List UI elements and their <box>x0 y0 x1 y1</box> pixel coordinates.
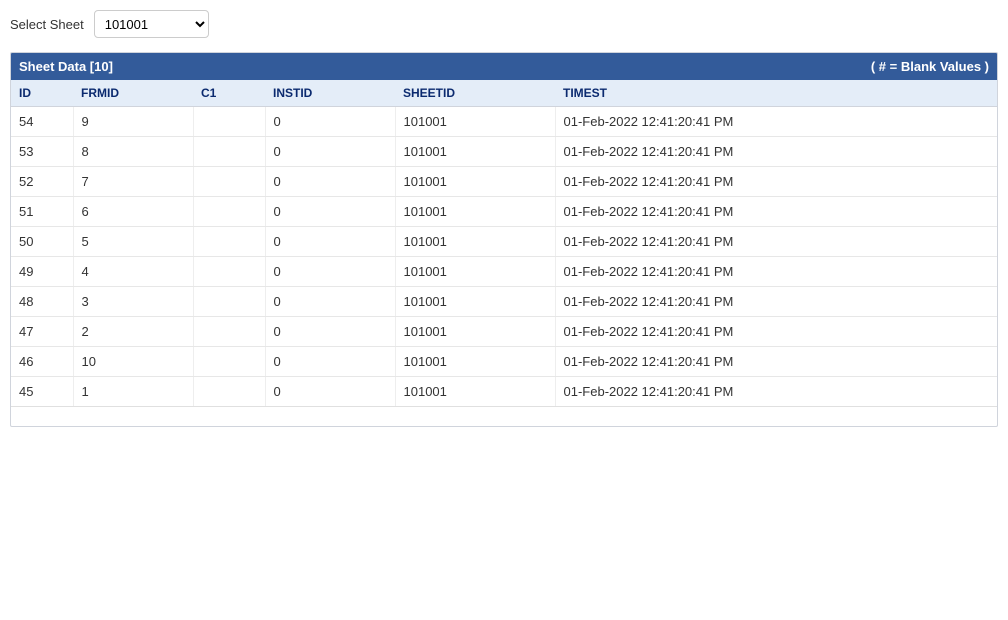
table-row[interactable]: 505010100101-Feb-2022 12:41:20:41 PM <box>11 227 997 257</box>
cell-c1 <box>193 317 265 347</box>
cell-frmid: 7 <box>73 167 193 197</box>
cell-instid: 0 <box>265 377 395 407</box>
cell-frmid: 4 <box>73 257 193 287</box>
cell-frmid: 2 <box>73 317 193 347</box>
cell-c1 <box>193 227 265 257</box>
cell-id: 50 <box>11 227 73 257</box>
cell-sheetid: 101001 <box>395 107 555 137</box>
cell-frmid: 3 <box>73 287 193 317</box>
cell-timest: 01-Feb-2022 12:41:20:41 PM <box>555 137 997 167</box>
cell-c1 <box>193 347 265 377</box>
cell-instid: 0 <box>265 287 395 317</box>
cell-id: 48 <box>11 287 73 317</box>
table-row[interactable]: 483 010100101-Feb-2022 12:41:20:41 PM <box>11 287 997 317</box>
cell-frmid: 8 <box>73 137 193 167</box>
col-header-timest[interactable]: TIMEST <box>555 80 997 107</box>
table-row[interactable]: 472 010100101-Feb-2022 12:41:20:41 PM <box>11 317 997 347</box>
sheet-selector-row: Select Sheet 101001 <box>10 10 998 38</box>
cell-sheetid: 101001 <box>395 167 555 197</box>
panel-footer-space <box>11 406 997 426</box>
cell-timest: 01-Feb-2022 12:41:20:41 PM <box>555 257 997 287</box>
cell-sheetid: 101001 <box>395 377 555 407</box>
cell-sheetid: 101001 <box>395 257 555 287</box>
cell-instid: 0 <box>265 167 395 197</box>
cell-sheetid: 101001 <box>395 347 555 377</box>
col-header-c1[interactable]: C1 <box>193 80 265 107</box>
table-row[interactable]: 527 010100101-Feb-2022 12:41:20:41 PM <box>11 167 997 197</box>
cell-frmid: 9 <box>73 107 193 137</box>
sheet-select[interactable]: 101001 <box>94 10 209 38</box>
cell-c1 <box>193 197 265 227</box>
cell-timest: 01-Feb-2022 12:41:20:41 PM <box>555 197 997 227</box>
cell-sheetid: 101001 <box>395 287 555 317</box>
table-body: 549010100101-Feb-2022 12:41:20:41 PM5380… <box>11 107 997 407</box>
cell-sheetid: 101001 <box>395 227 555 257</box>
cell-id: 47 <box>11 317 73 347</box>
cell-id: 54 <box>11 107 73 137</box>
table-row[interactable]: 516 010100101-Feb-2022 12:41:20:41 PM <box>11 197 997 227</box>
cell-timest: 01-Feb-2022 12:41:20:41 PM <box>555 317 997 347</box>
cell-sheetid: 101001 <box>395 197 555 227</box>
panel-blank-note: ( # = Blank Values ) <box>871 59 989 74</box>
table-row[interactable]: 549 010100101-Feb-2022 12:41:20:41 PM <box>11 107 997 137</box>
cell-c1 <box>193 257 265 287</box>
cell-instid: 0 <box>265 137 395 167</box>
cell-instid: 0 <box>265 257 395 287</box>
cell-timest: 01-Feb-2022 12:41:20:41 PM <box>555 347 997 377</box>
table-row[interactable]: 494 010100101-Feb-2022 12:41:20:41 PM <box>11 257 997 287</box>
cell-frmid: 1 <box>73 377 193 407</box>
cell-instid: 0 <box>265 317 395 347</box>
cell-frmid: 5 <box>73 227 193 257</box>
col-header-id[interactable]: ID <box>11 80 73 107</box>
cell-id: 49 <box>11 257 73 287</box>
cell-frmid: 10 <box>73 347 193 377</box>
cell-id: 46 <box>11 347 73 377</box>
cell-instid: 0 <box>265 227 395 257</box>
cell-id: 45 <box>11 377 73 407</box>
cell-timest: 01-Feb-2022 12:41:20:41 PM <box>555 287 997 317</box>
cell-timest: 01-Feb-2022 12:41:20:41 PM <box>555 167 997 197</box>
col-header-frmid[interactable]: FRMID <box>73 80 193 107</box>
cell-timest: 01-Feb-2022 12:41:20:41 PM <box>555 377 997 407</box>
select-sheet-label: Select Sheet <box>10 17 84 32</box>
cell-timest: 01-Feb-2022 12:41:20:41 PM <box>555 107 997 137</box>
cell-c1 <box>193 167 265 197</box>
cell-c1 <box>193 137 265 167</box>
col-header-sheetid[interactable]: SHEETID <box>395 80 555 107</box>
cell-id: 51 <box>11 197 73 227</box>
col-header-instid[interactable]: INSTID <box>265 80 395 107</box>
cell-id: 52 <box>11 167 73 197</box>
cell-frmid: 6 <box>73 197 193 227</box>
table-header-row: ID FRMID C1 INSTID SHEETID TIMEST <box>11 80 997 107</box>
cell-sheetid: 101001 <box>395 317 555 347</box>
table-row[interactable]: 538 010100101-Feb-2022 12:41:20:41 PM <box>11 137 997 167</box>
cell-c1 <box>193 377 265 407</box>
cell-sheetid: 101001 <box>395 137 555 167</box>
table-row[interactable]: 4610 010100101-Feb-2022 12:41:20:41 PM <box>11 347 997 377</box>
sheet-data-panel: Sheet Data [10] ( # = Blank Values ) ID … <box>10 52 998 427</box>
cell-c1 <box>193 287 265 317</box>
cell-instid: 0 <box>265 197 395 227</box>
cell-timest: 01-Feb-2022 12:41:20:41 PM <box>555 227 997 257</box>
table-row[interactable]: 451 010100101-Feb-2022 12:41:20:41 PM <box>11 377 997 407</box>
sheet-data-table: ID FRMID C1 INSTID SHEETID TIMEST 549010… <box>11 80 997 406</box>
panel-title: Sheet Data [10] <box>19 59 113 74</box>
cell-id: 53 <box>11 137 73 167</box>
cell-instid: 0 <box>265 347 395 377</box>
panel-header: Sheet Data [10] ( # = Blank Values ) <box>11 53 997 80</box>
cell-c1 <box>193 107 265 137</box>
cell-instid: 0 <box>265 107 395 137</box>
